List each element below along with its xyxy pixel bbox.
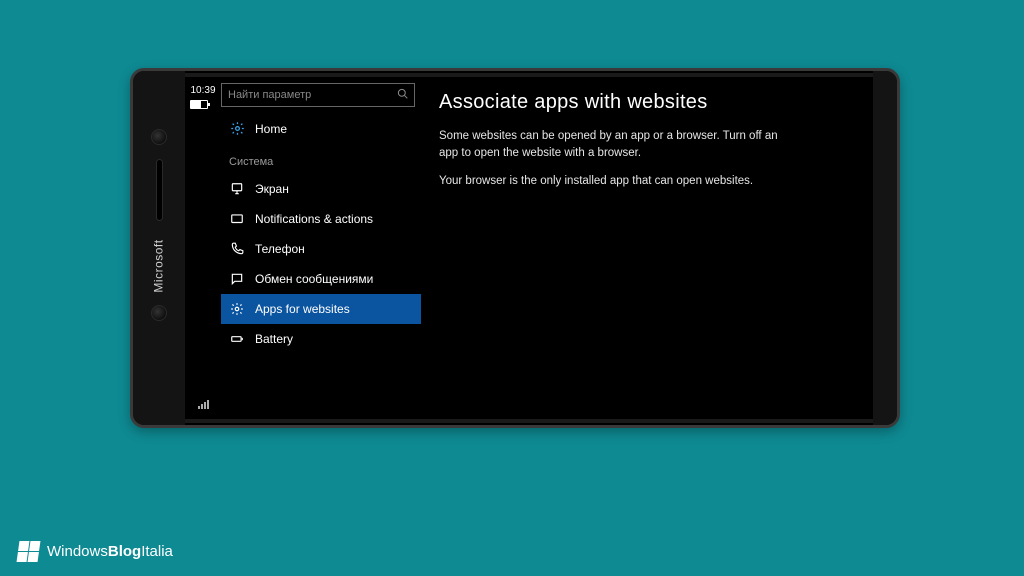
sidebar-item-notifications[interactable]: Notifications & actions bbox=[221, 204, 421, 234]
sidebar-item-label: Экран bbox=[255, 182, 289, 196]
search-input[interactable]: Найти параметр bbox=[221, 83, 415, 107]
sidebar-item-label: Телефон bbox=[255, 242, 305, 256]
battery-icon bbox=[190, 100, 208, 109]
sidebar-item-messaging[interactable]: Обмен сообщениями bbox=[221, 264, 421, 294]
phone-bezel-right bbox=[873, 71, 897, 425]
gear-icon bbox=[229, 121, 245, 136]
device-brand-label: Microsoft bbox=[152, 239, 166, 292]
phone-camera-icon bbox=[151, 129, 167, 145]
watermark-post: Italia bbox=[141, 543, 173, 560]
sidebar-item-phone[interactable]: Телефон bbox=[221, 234, 421, 264]
battery-icon bbox=[229, 332, 245, 346]
watermark-bold: Blog bbox=[108, 543, 141, 560]
sidebar-item-home[interactable]: Home bbox=[221, 113, 421, 144]
sidebar-item-label: Home bbox=[255, 122, 287, 136]
sidebar-item-display[interactable]: Экран bbox=[221, 174, 421, 204]
page-body: Some websites can be opened by an app or… bbox=[439, 128, 779, 190]
signal-icon bbox=[198, 400, 209, 409]
sidebar-item-apps-for-websites[interactable]: Apps for websites bbox=[221, 294, 421, 324]
watermark-pre: Windows bbox=[47, 543, 108, 560]
description-paragraph: Some websites can be opened by an app or… bbox=[439, 128, 779, 161]
monitor-icon bbox=[229, 182, 245, 196]
phone-bezel-left: Microsoft bbox=[133, 71, 185, 425]
sidebar-item-label: Обмен сообщениями bbox=[255, 272, 373, 286]
clock-label: 10:39 bbox=[190, 85, 215, 96]
sidebar-item-label: Apps for websites bbox=[255, 302, 350, 316]
gear-icon bbox=[229, 302, 245, 316]
watermark: WindowsBlogItalia bbox=[18, 541, 173, 562]
status-bar: 10:39 bbox=[185, 77, 221, 419]
phone-speaker-icon bbox=[156, 159, 163, 221]
sidebar-item-battery[interactable]: Battery bbox=[221, 324, 421, 346]
phone-screen: 10:39 Найти параметр Home bbox=[185, 77, 873, 419]
chat-icon bbox=[229, 272, 245, 286]
windows-icon bbox=[17, 541, 41, 562]
phone-frame: Microsoft 10:39 Найти параметр bbox=[130, 68, 900, 428]
search-icon bbox=[397, 88, 408, 102]
content-pane: Associate apps with websites Some websit… bbox=[421, 77, 873, 419]
sidebar-section-label: Система bbox=[221, 150, 421, 174]
phone-sensor-icon bbox=[151, 305, 167, 321]
message-icon bbox=[229, 212, 245, 226]
search-placeholder: Найти параметр bbox=[228, 89, 311, 101]
sidebar-item-label: Notifications & actions bbox=[255, 212, 373, 226]
settings-sidebar: Найти параметр Home Система Экран bbox=[221, 77, 421, 419]
watermark-text: WindowsBlogItalia bbox=[47, 543, 173, 560]
sidebar-item-label: Battery bbox=[255, 332, 293, 346]
status-paragraph: Your browser is the only installed app t… bbox=[439, 173, 779, 190]
phone-icon bbox=[229, 242, 245, 256]
page-title: Associate apps with websites bbox=[439, 91, 855, 114]
